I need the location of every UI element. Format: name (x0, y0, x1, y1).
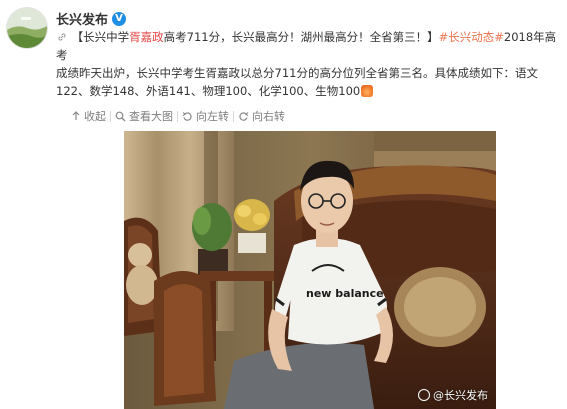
magnify-icon (115, 111, 126, 121)
rotate-right-button[interactable]: 向右转 (234, 108, 289, 124)
landscape-avatar-icon (7, 8, 47, 48)
view-large-label: 查看大图 (129, 110, 173, 123)
topic-link[interactable]: #长兴动态# (439, 30, 504, 44)
body-line-1: 成绩昨天出炉，长兴中学考生胥嘉政以总分711分的高分位列全省第三名。具体成绩如下… (56, 66, 538, 80)
verified-v-icon: V (112, 11, 127, 26)
link-icon (57, 30, 71, 44)
view-large-button[interactable]: 查看大图 (111, 108, 177, 124)
rotate-left-icon (182, 111, 192, 121)
account-name-row: 长兴发布 V (56, 9, 127, 28)
post-photo[interactable]: new balance @长兴发布 (124, 131, 496, 409)
shirt-logo-text: new balance (306, 287, 384, 300)
student-photo-illustration (124, 131, 496, 409)
account-avatar[interactable] (7, 8, 47, 48)
headline-rest: 高考711分，长兴最高分！湖州最高分！全省第三！】 (163, 30, 439, 44)
weibo-logo-icon (418, 389, 430, 401)
photo-watermark: @长兴发布 (418, 387, 488, 403)
rotate-left-button[interactable]: 向左转 (178, 108, 233, 124)
account-name[interactable]: 长兴发布 (56, 9, 108, 28)
body-line-2: 122、数学148、外语141、物理100、化学100、生物100 (56, 84, 361, 98)
collapse-label: 收起 (84, 110, 106, 123)
collapse-arrow-icon (72, 111, 80, 120)
rotate-left-label: 向左转 (196, 110, 229, 123)
watermark-text: @长兴发布 (433, 389, 488, 402)
flame-emoji-icon (361, 85, 374, 97)
headline-prefix: 【长兴中学 (71, 30, 130, 44)
rotate-right-icon (239, 111, 249, 121)
student-name-link[interactable]: 胥嘉政 (129, 30, 164, 44)
collapse-button[interactable]: 收起 (67, 108, 110, 124)
image-toolbar: 收起 查看大图 向左转 向右转 (67, 108, 289, 124)
post-text: 【长兴中学胥嘉政高考711分，长兴最高分！湖州最高分！全省第三！】#长兴动态#2… (56, 28, 560, 100)
rotate-right-label: 向右转 (252, 110, 285, 123)
